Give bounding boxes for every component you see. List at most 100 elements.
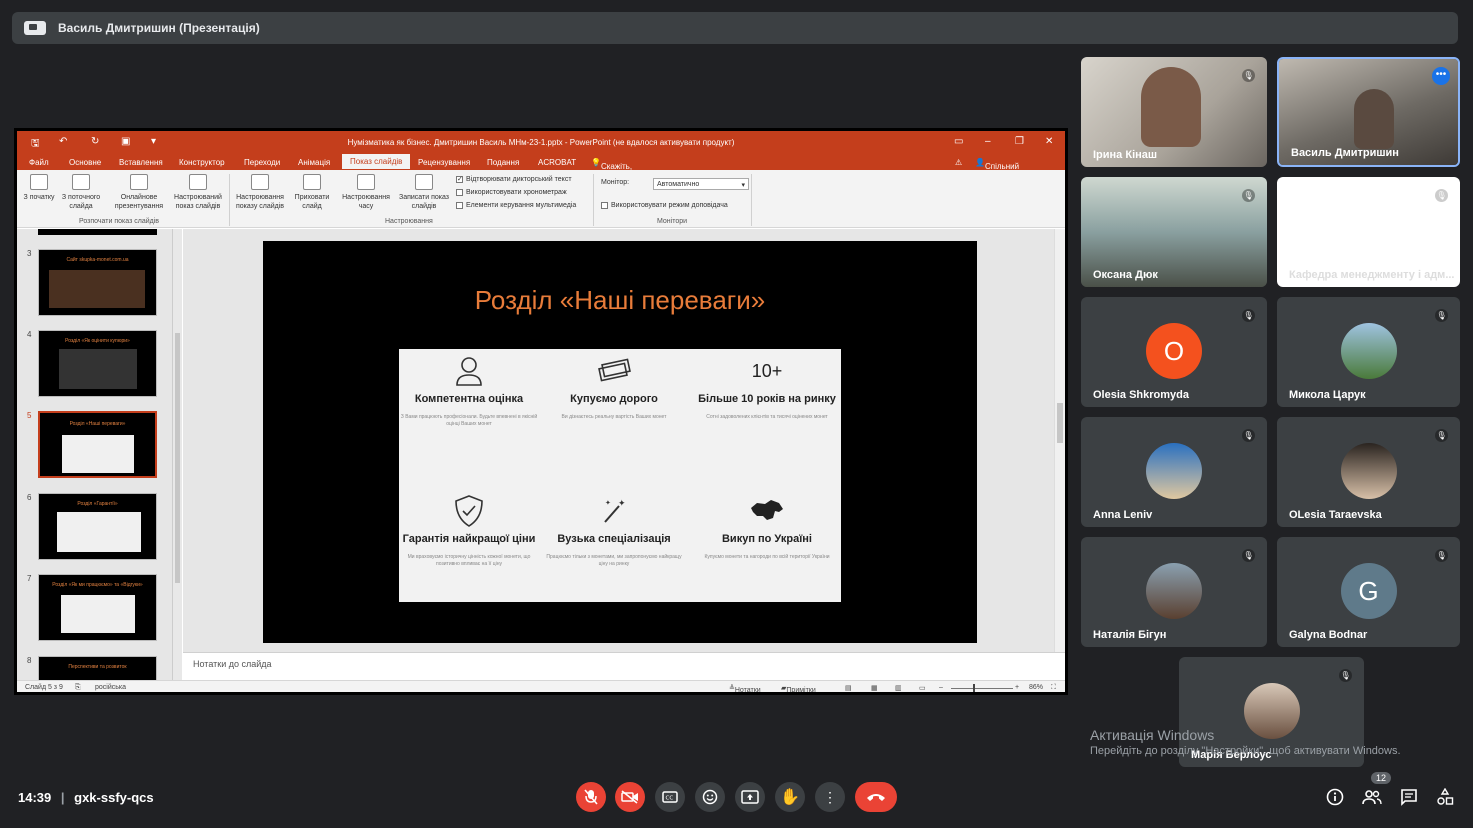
comments-toggle[interactable]: ▰ Примітки <box>781 684 816 692</box>
thumbnail-slide-8[interactable]: Перспективи та розвиток <box>38 656 157 680</box>
monitor-value: Автоматично <box>657 181 700 188</box>
scroll-thumb[interactable] <box>175 333 180 583</box>
tab-slideshow[interactable]: Показ слайдів <box>342 154 411 169</box>
chat-button[interactable] <box>1398 786 1420 808</box>
captions-button[interactable]: CC <box>655 782 685 812</box>
from-current-button[interactable]: З поточного слайда <box>59 174 103 211</box>
normal-view-icon[interactable]: ▤ <box>845 684 852 692</box>
thumbnail-slide-6[interactable]: Розділ «Гарантії» <box>38 493 157 560</box>
hand-icon: ✋ <box>780 789 800 806</box>
avatar <box>1340 323 1397 379</box>
divider: | <box>60 790 65 805</box>
current-slide[interactable]: Розділ «Наші переваги» Компетентна оцінк… <box>263 241 977 643</box>
feature-item: 10+ Більше 10 років на ринку Сотні задов… <box>697 353 837 421</box>
raise-hand-button[interactable]: ✋ <box>775 782 805 812</box>
sorter-view-icon[interactable]: ▦ <box>871 684 878 692</box>
notes-pane[interactable]: Нотатки до слайда <box>183 652 1065 676</box>
participant-tile[interactable]: 🎙 Наталія Бігун <box>1081 537 1267 647</box>
record-button[interactable]: Записати показ слайдів <box>395 174 453 211</box>
feature-item: Гарантія найкращої ціни Ми враховуємо іс… <box>399 493 539 568</box>
meeting-details-button[interactable] <box>1324 786 1346 808</box>
spellcheck-icon[interactable]: ⎘ <box>75 684 81 692</box>
tab-animation[interactable]: Анімація <box>298 158 330 167</box>
notes-toggle[interactable]: ≜ Нотатки <box>729 684 761 692</box>
zoom-level[interactable]: 86% <box>1029 684 1043 691</box>
minimize-icon[interactable]: – <box>985 136 991 147</box>
tab-insert[interactable]: Вставлення <box>119 158 163 167</box>
participant-tile[interactable]: 🎙 Оксана Дюк <box>1081 177 1267 287</box>
tab-acrobat[interactable]: ACROBAT <box>538 158 576 167</box>
presenter-view-label: Використовувати режим доповідача <box>611 202 728 209</box>
people-button[interactable]: 12 <box>1361 772 1392 808</box>
maximize-icon[interactable]: ❐ <box>1015 136 1024 147</box>
hide-slide-button[interactable]: Приховати слайд <box>289 174 335 211</box>
rehearse-button[interactable]: Настроювання часу <box>337 174 395 211</box>
participant-tile[interactable]: ••• Василь Дмитришин <box>1277 57 1460 167</box>
zoom-out-icon[interactable]: – <box>939 684 943 691</box>
fit-window-icon[interactable]: ⛶ <box>1051 684 1056 692</box>
present-button[interactable] <box>735 782 765 812</box>
thumbnail-caption: Сайт skupka-monet.com.ua <box>66 257 129 263</box>
warning-icon: ⚠ <box>955 158 963 167</box>
slide-thumbnails: 3 Сайт skupka-monet.com.ua 4 Розділ «Як … <box>17 229 182 680</box>
participant-tile[interactable]: 🎙 Anna Leniv <box>1081 417 1267 527</box>
reactions-button[interactable] <box>695 782 725 812</box>
scroll-thumb[interactable] <box>1057 403 1063 443</box>
from-start-button[interactable]: З початку <box>21 174 57 202</box>
close-icon[interactable]: ✕ <box>1045 136 1053 147</box>
participant-tile[interactable]: 🎙 Ірина Кінаш <box>1081 57 1267 167</box>
tell-me-search[interactable]: 💡 Скажіть, що потрібно зробити... <box>591 158 637 198</box>
participant-tile[interactable]: 🎙 OLesia Taraevska <box>1277 417 1460 527</box>
feature-heading: Гарантія найкращої ціни <box>402 533 536 545</box>
leave-call-button[interactable] <box>855 782 897 812</box>
timings-checkbox[interactable]: Використовувати хронометраж <box>456 189 567 196</box>
custom-show-button[interactable]: Настроюваний показ слайдів <box>169 174 227 211</box>
participant-tile[interactable]: 🎙 Кафедра менеджменту і адм... <box>1277 177 1460 287</box>
thumbnail-slide-7[interactable]: Розділ «Як ми працюємо» та «Відгуки» <box>38 574 157 641</box>
tab-file[interactable]: Файл <box>29 158 49 167</box>
online-present-button[interactable]: Онлайнове презентування <box>109 174 169 211</box>
group-start-label: Розпочати показ слайдів <box>79 218 159 225</box>
ukraine-map-icon <box>697 493 837 529</box>
setup-show-button[interactable]: Настроювання показу слайдів <box>231 174 289 211</box>
media-checkbox[interactable]: Елементи керування мультимедіа <box>456 202 576 209</box>
thumbnail-slide-5[interactable]: Розділ «Наші переваги» <box>38 411 157 478</box>
tab-design[interactable]: Конструктор <box>179 158 225 167</box>
presenter-view-checkbox[interactable]: Використовувати режим доповідача <box>601 202 728 209</box>
monitor-select[interactable]: Автоматично ▾ <box>653 178 749 190</box>
tab-home[interactable]: Основне <box>69 158 101 167</box>
mic-toggle-button[interactable] <box>576 782 606 812</box>
participant-tile[interactable]: O 🎙 Olesia Shkromyda <box>1081 297 1267 407</box>
zoom-slider-handle[interactable] <box>973 684 975 692</box>
ribbon-display-icon[interactable]: ▭ <box>954 136 963 147</box>
thumbnail-slide-3[interactable]: Сайт skupka-monet.com.ua <box>38 249 157 316</box>
tab-transitions[interactable]: Переходи <box>244 158 280 167</box>
more-options-icon[interactable]: ••• <box>1432 67 1450 85</box>
zoom-in-icon[interactable]: + <box>1015 684 1019 691</box>
language-label[interactable]: російська <box>95 684 126 691</box>
status-bar: Слайд 5 з 9 ⎘ російська ≜ Нотатки ▰ Прим… <box>17 680 1065 692</box>
camera-toggle-button[interactable] <box>615 782 645 812</box>
participant-name: Anna Leniv <box>1093 509 1153 521</box>
thumbnail-partial <box>38 229 157 235</box>
participant-name: Василь Дмитришин <box>1291 147 1399 159</box>
meeting-code: gxk-ssfy-qcs <box>74 790 154 805</box>
more-options-button[interactable]: ⋮ <box>815 782 845 812</box>
person-icon <box>399 353 539 389</box>
participant-tile[interactable]: 🎙 Микола Царук <box>1277 297 1460 407</box>
editor-scrollbar[interactable] <box>1054 229 1065 652</box>
ribbon-separator <box>593 174 594 226</box>
narration-checkbox[interactable]: ✓ Відтворювати дикторський текст <box>456 176 572 183</box>
thumbnail-scrollbar[interactable] <box>172 229 182 680</box>
feature-item: Викуп по Україні Купуємо монети та нагор… <box>697 493 837 561</box>
slideshow-view-icon[interactable]: ▭ <box>919 684 926 692</box>
zoom-slider[interactable] <box>951 688 1013 689</box>
activities-button[interactable] <box>1434 786 1456 808</box>
reading-view-icon[interactable]: ▥ <box>895 684 902 692</box>
participant-tile[interactable]: G 🎙 Galyna Bodnar <box>1277 537 1460 647</box>
tab-review[interactable]: Рецензування <box>418 158 470 167</box>
tab-view[interactable]: Подання <box>487 158 519 167</box>
participant-name: Olesia Shkromyda <box>1093 389 1189 401</box>
thumbnail-slide-4[interactable]: Розділ «Як оцінити купюри» <box>38 330 157 397</box>
share-button[interactable]: 👤 Спільний доступ <box>975 158 1019 180</box>
